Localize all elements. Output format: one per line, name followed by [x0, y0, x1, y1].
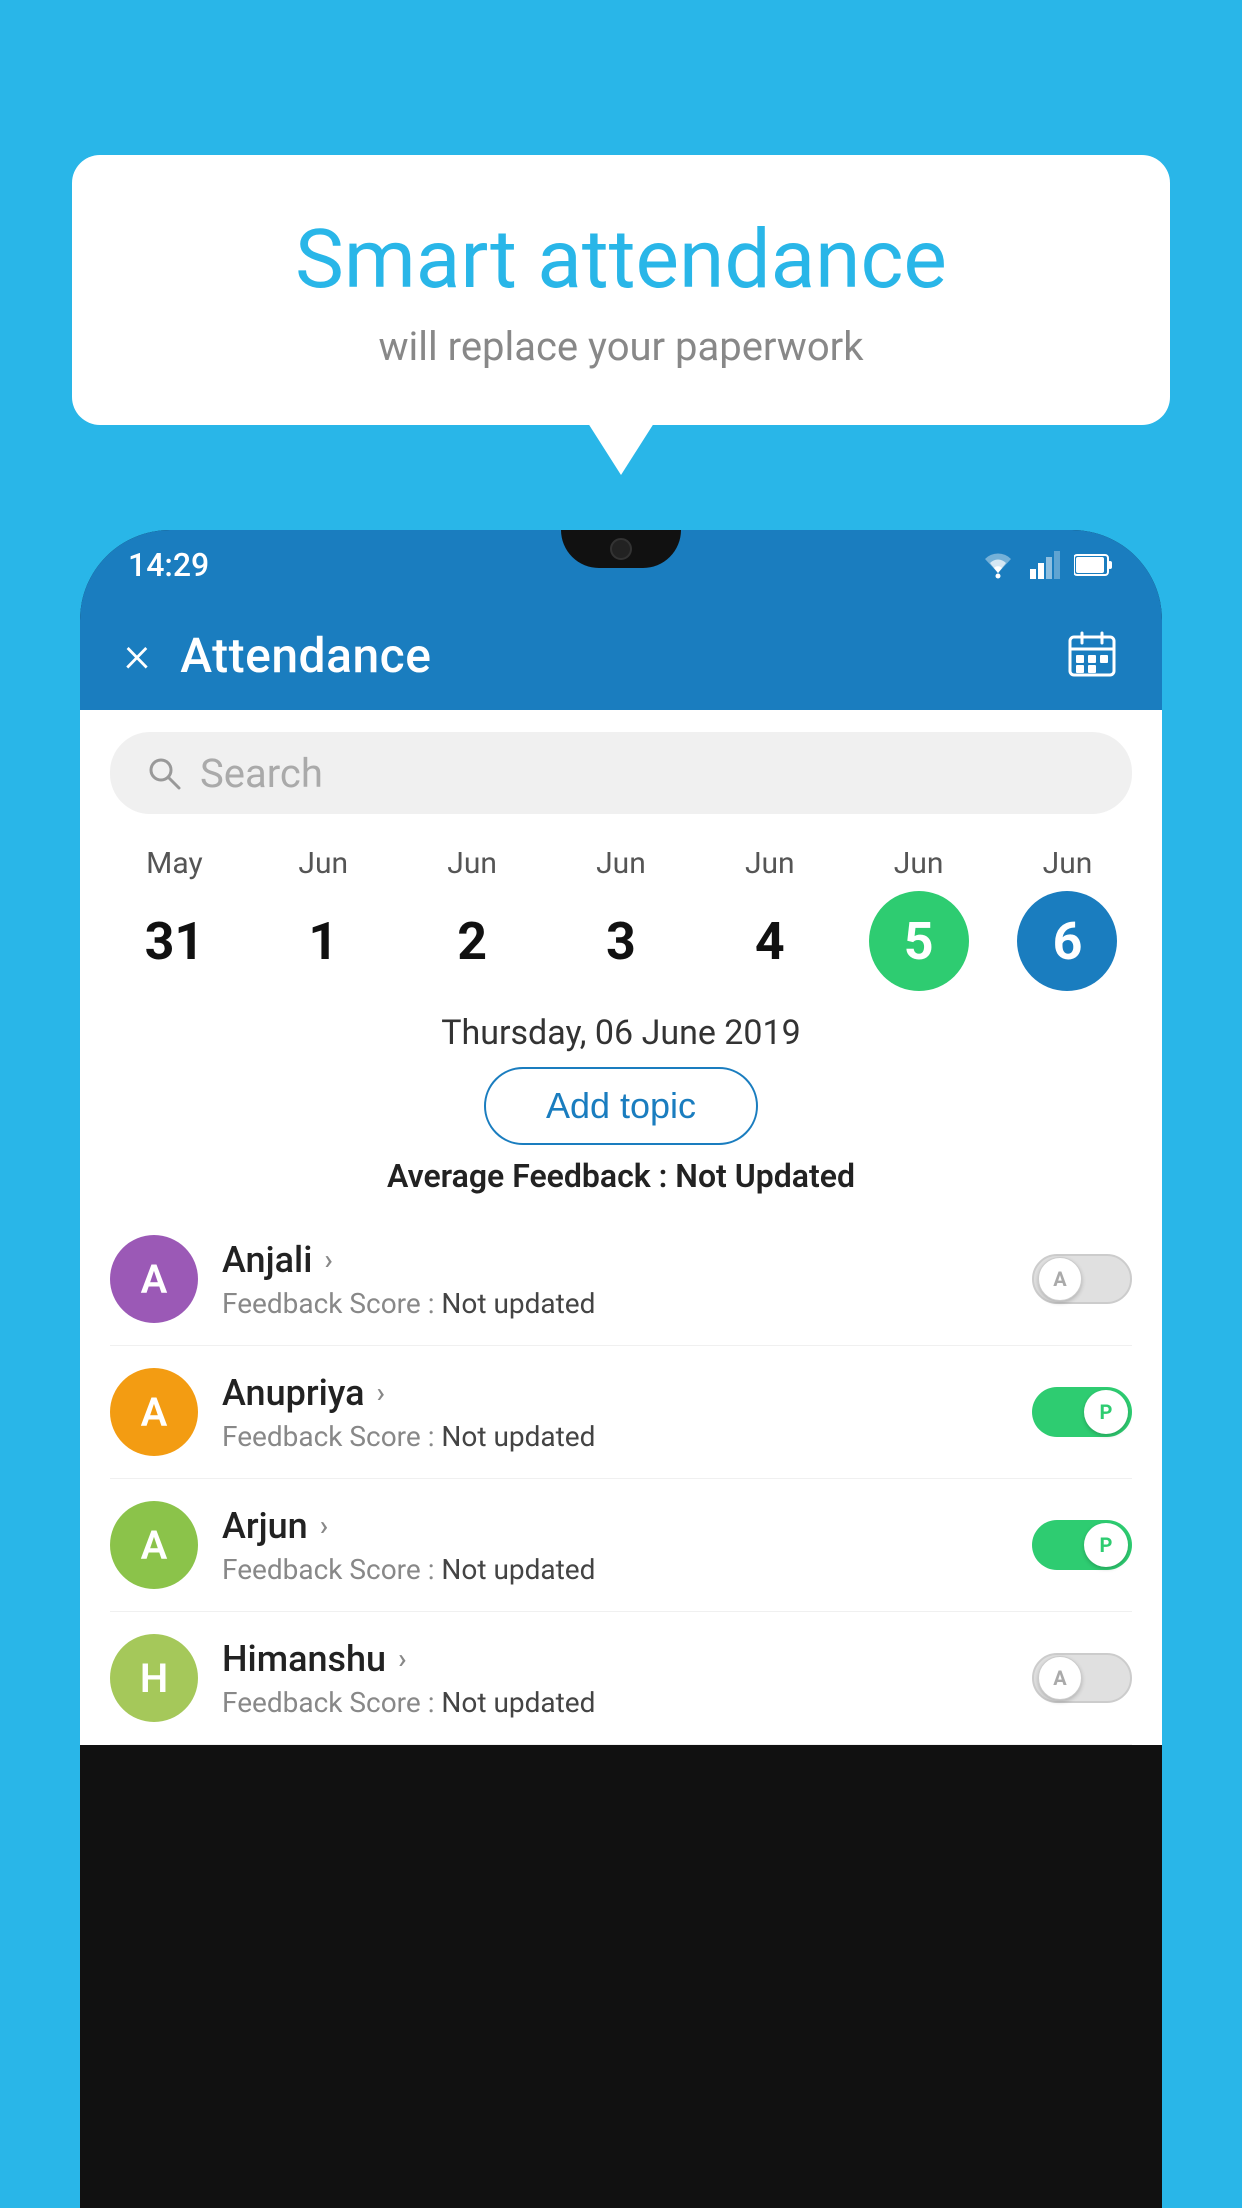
status-time: 14:29 — [128, 546, 209, 584]
cal-month-4: Jun — [745, 846, 795, 881]
bubble-subtitle: will replace your paperwork — [122, 323, 1120, 370]
cal-month-0: May — [146, 846, 202, 881]
student-info-2: Arjun › Feedback Score : Not updated — [222, 1505, 1008, 1586]
chevron-right-icon: › — [377, 1376, 385, 1409]
phone-frame: 14:29 × At — [80, 530, 1162, 2208]
cal-month-3: Jun — [596, 846, 646, 881]
student-item-3[interactable]: H Himanshu › Feedback Score : Not updated A — [110, 1612, 1132, 1745]
calendar-day-3[interactable]: Jun 3 — [556, 846, 686, 991]
attendance-toggle-1[interactable]: P — [1032, 1387, 1132, 1437]
student-name-0: Anjali › — [222, 1239, 1008, 1281]
student-info-1: Anupriya › Feedback Score : Not updated — [222, 1372, 1008, 1453]
phone-screen: Search May 31 Jun 1 Jun 2 Jun 3 Jun 4 Jun 5 Jun 6 Thu… — [80, 710, 1162, 1745]
student-name-2: Arjun › — [222, 1505, 1008, 1547]
cal-month-1: Jun — [298, 846, 348, 881]
avg-feedback-label: Average Feedback : — [387, 1157, 667, 1195]
calendar-day-6[interactable]: Jun 6 — [1002, 846, 1132, 991]
student-item-0[interactable]: A Anjali › Feedback Score : Not updated A — [110, 1213, 1132, 1346]
calendar-icon[interactable] — [1066, 629, 1118, 681]
toggle-knob-3: A — [1038, 1656, 1082, 1700]
close-button[interactable]: × — [124, 630, 150, 680]
battery-icon — [1074, 553, 1114, 577]
student-avatar-3: H — [110, 1634, 198, 1722]
student-feedback-0: Feedback Score : Not updated — [222, 1287, 1008, 1320]
calendar-day-4[interactable]: Jun 4 — [705, 846, 835, 991]
toggle-knob-2: P — [1084, 1523, 1128, 1567]
student-avatar-0: A — [110, 1235, 198, 1323]
page-title: Attendance — [180, 627, 1036, 684]
calendar-day-2[interactable]: Jun 2 — [407, 846, 537, 991]
search-icon — [146, 755, 182, 791]
add-topic-button[interactable]: Add topic — [484, 1067, 758, 1145]
student-name-3: Himanshu › — [222, 1638, 1008, 1680]
cal-date-4: 4 — [720, 891, 820, 991]
toggle-knob-1: P — [1084, 1390, 1128, 1434]
student-list: AAnjali ›Feedback Score : Not updatedAAA… — [80, 1213, 1162, 1745]
calendar-day-1[interactable]: Jun 1 — [258, 846, 388, 991]
attendance-toggle-2[interactable]: P — [1032, 1520, 1132, 1570]
cal-date-6: 6 — [1017, 891, 1117, 991]
search-bar[interactable]: Search — [110, 732, 1132, 814]
calendar-strip: May 31 Jun 1 Jun 2 Jun 3 Jun 4 Jun 5 Jun 6 — [80, 836, 1162, 991]
cal-date-5: 5 — [869, 891, 969, 991]
search-placeholder: Search — [200, 750, 323, 797]
notch — [561, 530, 681, 568]
status-icons — [980, 551, 1114, 579]
feedback-value-3: Not updated — [441, 1686, 595, 1719]
status-bar: 14:29 — [80, 530, 1162, 600]
attendance-toggle-0[interactable]: A — [1032, 1254, 1132, 1304]
cal-date-1: 1 — [273, 891, 373, 991]
student-item-2[interactable]: A Arjun › Feedback Score : Not updated P — [110, 1479, 1132, 1612]
speech-bubble: Smart attendance will replace your paper… — [72, 155, 1170, 425]
calendar-day-5[interactable]: Jun 5 — [854, 846, 984, 991]
chevron-right-icon: › — [320, 1509, 328, 1542]
chevron-right-icon: › — [398, 1642, 406, 1675]
cal-month-2: Jun — [447, 846, 497, 881]
cal-date-2: 2 — [422, 891, 522, 991]
student-avatar-2: A — [110, 1501, 198, 1589]
feedback-value-0: Not updated — [441, 1287, 595, 1320]
avg-feedback: Average Feedback : Not Updated — [80, 1157, 1162, 1195]
student-item-1[interactable]: A Anupriya › Feedback Score : Not updated P — [110, 1346, 1132, 1479]
student-avatar-1: A — [110, 1368, 198, 1456]
bubble-title: Smart attendance — [122, 215, 1120, 305]
cal-month-5: Jun — [894, 846, 944, 881]
cal-date-3: 3 — [571, 891, 671, 991]
student-feedback-1: Feedback Score : Not updated — [222, 1420, 1008, 1453]
avg-feedback-value: Not Updated — [675, 1157, 855, 1195]
student-feedback-2: Feedback Score : Not updated — [222, 1553, 1008, 1586]
toggle-knob-0: A — [1038, 1257, 1082, 1301]
signal-icon — [1030, 551, 1060, 579]
student-name-1: Anupriya › — [222, 1372, 1008, 1414]
selected-date-label: Thursday, 06 June 2019 — [80, 1013, 1162, 1053]
cal-month-6: Jun — [1043, 846, 1093, 881]
feedback-value-1: Not updated — [441, 1420, 595, 1453]
front-camera — [610, 538, 632, 560]
cal-date-0: 31 — [124, 891, 224, 991]
student-info-3: Himanshu › Feedback Score : Not updated — [222, 1638, 1008, 1719]
feedback-value-2: Not updated — [441, 1553, 595, 1586]
attendance-toggle-3[interactable]: A — [1032, 1653, 1132, 1703]
student-feedback-3: Feedback Score : Not updated — [222, 1686, 1008, 1719]
calendar-day-0[interactable]: May 31 — [109, 846, 239, 991]
student-info-0: Anjali › Feedback Score : Not updated — [222, 1239, 1008, 1320]
chevron-right-icon: › — [324, 1243, 332, 1276]
wifi-icon — [980, 551, 1016, 579]
app-header: × Attendance — [80, 600, 1162, 710]
